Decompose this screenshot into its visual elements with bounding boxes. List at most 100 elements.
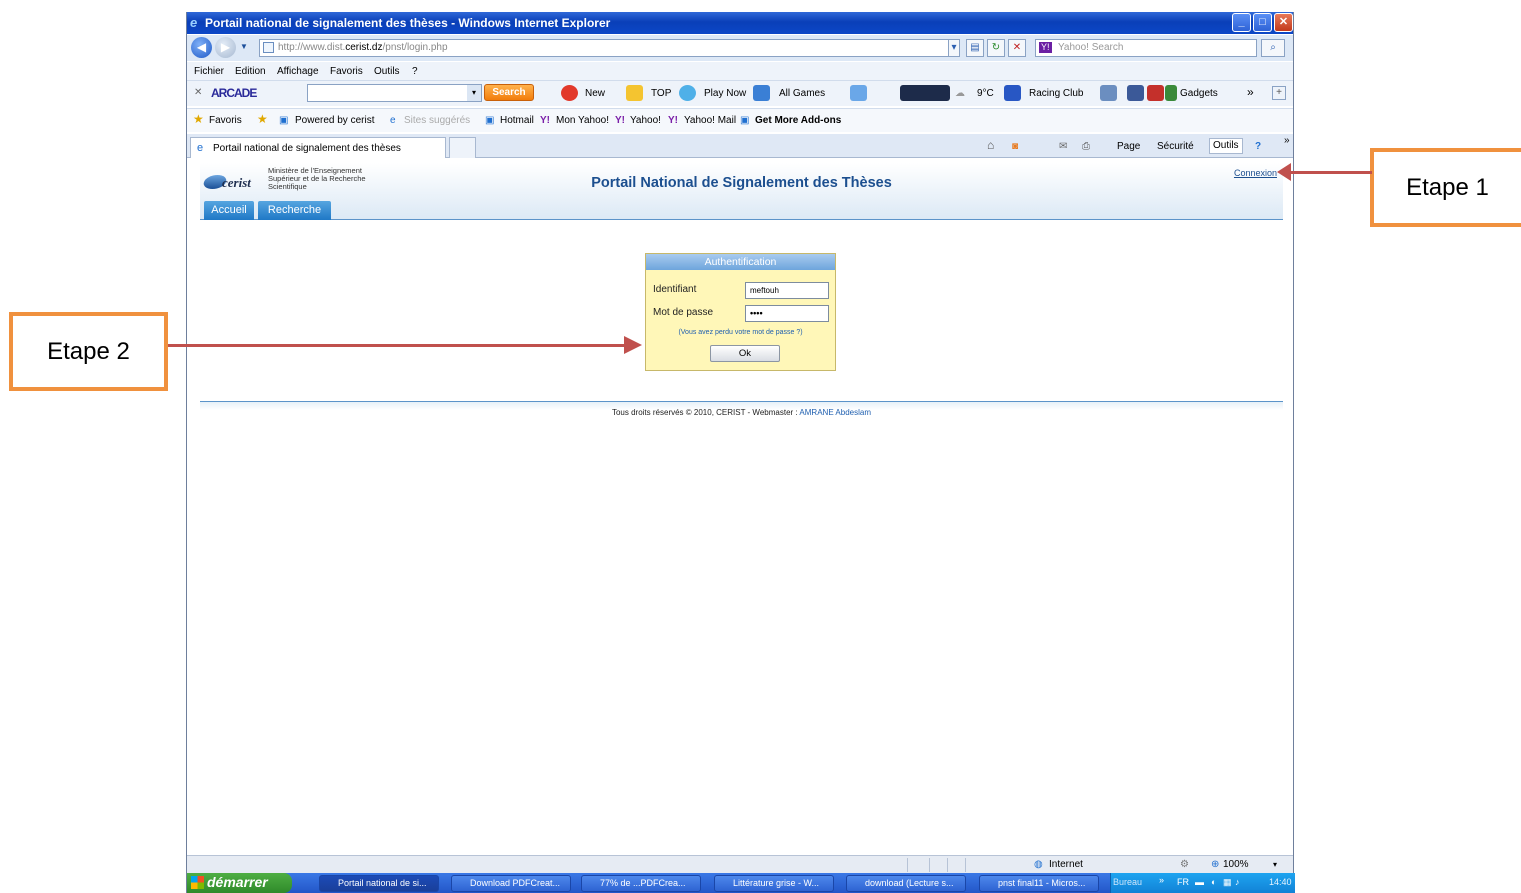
zoom-dropdown-icon[interactable]: ▾ <box>1273 860 1277 869</box>
connexion-link[interactable]: Connexion <box>1234 168 1277 178</box>
start-button[interactable]: démarrer <box>187 873 292 893</box>
protected-mode-icon[interactable]: ⚙ <box>1180 859 1189 870</box>
favorites-star-icon: ★ <box>193 112 204 126</box>
fav-get-more-addons[interactable]: Get More Add-ons <box>755 115 841 126</box>
games-icon <box>753 85 770 101</box>
feeds-icon[interactable]: ◙ <box>1012 141 1018 152</box>
cmd-securite[interactable]: Sécurité <box>1157 141 1194 152</box>
webmaster-link[interactable]: AMRANE Abdeslam <box>799 408 871 417</box>
close-button[interactable]: ✕ <box>1274 13 1293 32</box>
toolbar-top[interactable]: TOP <box>651 88 671 99</box>
help-icon[interactable]: ? <box>1255 141 1261 152</box>
toolbar-dropdown-icon[interactable]: ▾ <box>467 85 481 101</box>
toolbar-search-button[interactable]: Search <box>484 84 534 101</box>
toolbar-search-field[interactable] <box>307 84 482 102</box>
toolbar-close-icon[interactable]: ✕ <box>194 87 202 98</box>
menu-edition[interactable]: Edition <box>235 66 266 77</box>
print-icon[interactable]: ⎙ <box>1082 141 1090 152</box>
nav-tab-recherche[interactable]: Recherche <box>258 201 331 220</box>
back-icon[interactable]: ◀ <box>191 37 212 58</box>
title-bar: e Portail national de signalement des th… <box>187 12 1293 34</box>
ie-window: e Portail national de signalement des th… <box>186 12 1295 893</box>
web-page: cerist Ministère de l'Enseignement Supér… <box>187 159 1293 852</box>
lost-password-link[interactable]: (Vous avez perdu votre mot de passe ?) <box>646 329 835 336</box>
toolbar-play-now[interactable]: Play Now <box>704 88 746 99</box>
cmd-outils[interactable]: Outils <box>1209 138 1243 154</box>
bureau-toolbar[interactable]: Bureau <box>1113 877 1142 887</box>
task-pdfcreator-progress[interactable]: 77% de ...PDFCrea... <box>581 875 701 892</box>
tray-expand-icon[interactable]: » <box>1159 875 1164 885</box>
globe-icon: ◍ <box>1034 859 1043 870</box>
ok-button[interactable]: Ok <box>710 345 780 362</box>
facebook-icon[interactable] <box>1127 85 1144 101</box>
identifiant-label: Identifiant <box>653 284 697 295</box>
step1-callout: Etape 1 <box>1370 148 1521 227</box>
history-dropdown-icon[interactable]: ▼ <box>240 42 248 51</box>
nav-tab-accueil[interactable]: Accueil <box>204 201 254 220</box>
task-download-pdfcreator[interactable]: Download PDFCreat... <box>451 875 571 892</box>
maximize-button[interactable]: □ <box>1253 13 1272 32</box>
menu-affichage[interactable]: Affichage <box>277 66 319 77</box>
compat-view-icon[interactable]: ▤ <box>966 39 984 57</box>
fav-powered-by-cerist[interactable]: Powered by cerist <box>295 115 374 126</box>
password-label: Mot de passe <box>653 307 714 318</box>
password-field[interactable]: •••• <box>745 305 829 322</box>
clock: 14:40 <box>1269 877 1292 887</box>
cmd-more-icon[interactable]: » <box>1284 135 1290 146</box>
fav-hotmail[interactable]: Hotmail <box>500 115 534 126</box>
new-icon <box>561 85 578 101</box>
fav-mon-yahoo[interactable]: Mon Yahoo! <box>556 115 609 126</box>
favorites-bar: ★ Favoris ★ ▣ Powered by cerist e Sites … <box>187 108 1293 132</box>
link-page-icon: ▣ <box>740 115 750 126</box>
add-favorite-icon[interactable]: ★ <box>257 112 268 126</box>
menu-outils[interactable]: Outils <box>374 66 400 77</box>
toolbar-new[interactable]: New <box>585 88 605 99</box>
step2-arrowhead-icon <box>624 336 642 354</box>
menu-fichier[interactable]: Fichier <box>194 66 224 77</box>
step1-arrow-line <box>1290 171 1372 174</box>
language-indicator[interactable]: FR <box>1177 877 1189 887</box>
refresh-icon[interactable]: ↻ <box>987 39 1005 57</box>
toolbar-add-icon[interactable]: + <box>1272 86 1286 100</box>
cmd-page[interactable]: Page <box>1117 141 1140 152</box>
play-icon <box>679 85 696 101</box>
addon-toolbar: ✕ ARCADE ▾ Search New TOP Play Now All G… <box>187 80 1293 106</box>
toolbar-more-icon[interactable]: » <box>1247 85 1254 99</box>
network-icon[interactable]: ▦ <box>1223 877 1232 888</box>
youtube-icon[interactable] <box>1147 85 1164 101</box>
task-portail[interactable]: Portail national de si... <box>319 875 439 892</box>
favorites-button[interactable]: Favoris <box>209 115 242 126</box>
search-icon[interactable]: ⌕ <box>1261 39 1285 57</box>
toolbar-gadgets[interactable]: Gadgets <box>1180 88 1218 99</box>
zoom-level[interactable]: 100% <box>1223 859 1249 870</box>
new-tab-button[interactable] <box>449 137 476 158</box>
arcade-logo[interactable]: ARCADE <box>211 86 257 100</box>
url-field[interactable]: http://www.dist.cerist.dz/pnst/login.php <box>259 39 959 57</box>
forward-icon[interactable]: ▶ <box>215 37 236 58</box>
mail-icon[interactable]: ✉ <box>1059 141 1067 152</box>
task-download-lecture[interactable]: download (Lecture s... <box>846 875 966 892</box>
stop-icon[interactable]: ✕ <box>1008 39 1026 57</box>
ie-tab-icon: e <box>197 142 204 154</box>
url-dropdown-icon[interactable]: ▾ <box>948 39 960 57</box>
identifiant-field[interactable]: meftouh <box>745 282 829 299</box>
step2-arrow-line <box>168 344 626 347</box>
home-icon[interactable]: ⌂ <box>987 138 994 152</box>
url-domain: cerist.dz <box>345 42 383 53</box>
search-input[interactable]: Y! Yahoo! Search <box>1035 39 1257 57</box>
minimize-button[interactable]: _ <box>1232 13 1251 32</box>
tray-app-icon[interactable]: ◐ <box>1211 877 1216 887</box>
task-litterature-grise[interactable]: Littérature grise - W... <box>714 875 834 892</box>
tab-portail[interactable]: e Portail national de signalement des th… <box>190 137 446 158</box>
fav-yahoo[interactable]: Yahoo! <box>630 115 661 126</box>
toolbar-racing-club[interactable]: Racing Club <box>1029 88 1083 99</box>
task-pnst-final[interactable]: pnst final11 - Micros... <box>979 875 1099 892</box>
menu-help[interactable]: ? <box>412 66 418 77</box>
fav-sites-suggeres[interactable]: Sites suggérés <box>404 115 470 126</box>
volume-icon[interactable]: ♪ <box>1235 877 1240 887</box>
menu-favoris[interactable]: Favoris <box>330 66 363 77</box>
step1-arrowhead-icon <box>1277 163 1291 181</box>
fav-yahoo-mail[interactable]: Yahoo! Mail <box>684 115 736 126</box>
toolbar-all-games[interactable]: All Games <box>779 88 825 99</box>
auth-box: Authentification Identifiant meftouh Mot… <box>645 253 836 371</box>
